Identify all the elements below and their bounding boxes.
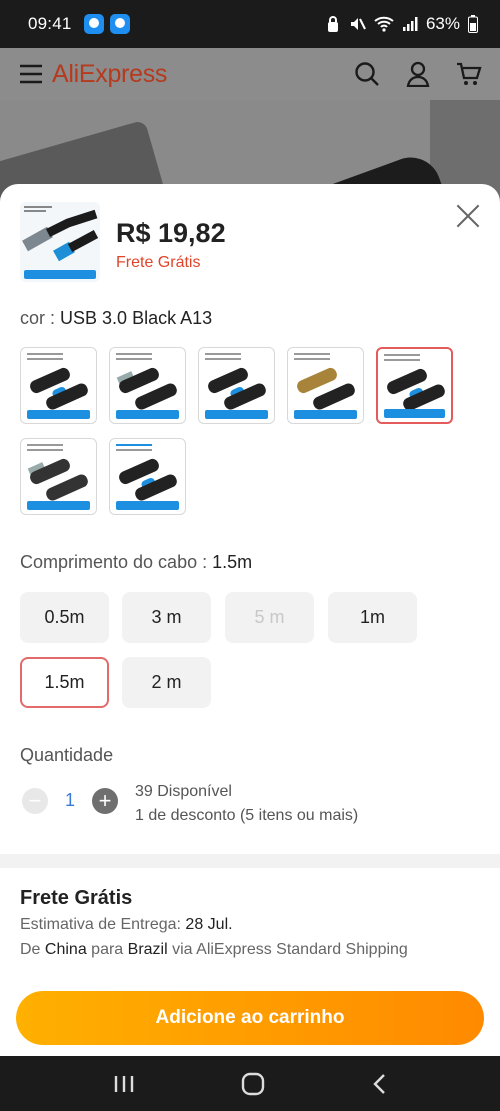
cart-icon[interactable]: [456, 61, 482, 87]
quantity-label: Quantidade: [20, 745, 114, 765]
signal-icon: [402, 17, 418, 31]
notification-icons: [83, 14, 130, 34]
cloud-notification-icon: [109, 14, 130, 34]
quantity-stepper: − 1 + 39 Disponível 1 de desconto (5 ite…: [20, 783, 480, 834]
search-icon[interactable]: [354, 61, 380, 87]
home-icon[interactable]: [241, 1072, 265, 1096]
color-label-row: cor : USB 3.0 Black A13: [20, 308, 213, 328]
add-to-cart-button[interactable]: Adicione ao carrinho: [16, 991, 484, 1045]
section-divider: [0, 854, 500, 868]
brand-logo[interactable]: AliExpress: [52, 60, 167, 89]
product-thumbnail: [20, 202, 100, 282]
length-label-row: Comprimento do cabo : 1.5m: [20, 552, 253, 572]
close-icon[interactable]: [454, 202, 482, 230]
bulk-discount-note: 1 de desconto (5 itens ou mais): [135, 807, 359, 824]
sku-selector-sheet: R$ 19,82 Frete Grátis cor : USB 3.0 Blac…: [0, 184, 500, 1056]
shipping-title: Frete Grátis: [20, 887, 133, 909]
free-shipping-badge: Frete Grátis: [116, 254, 201, 271]
status-bar: 09:41 63%: [0, 0, 500, 48]
color-label: cor: [20, 308, 46, 328]
color-option-selected[interactable]: [376, 347, 453, 424]
system-nav-bar: [0, 1056, 500, 1111]
quantity-value[interactable]: 1: [60, 790, 80, 811]
length-option[interactable]: 1m: [328, 592, 417, 643]
delivery-estimate-date: 28 Jul.: [185, 916, 233, 933]
usb-cable-image: [20, 202, 100, 282]
shipping-method: via AliExpress Standard Shipping: [172, 941, 408, 958]
delivery-estimate-label: Estimativa de Entrega:: [20, 916, 181, 933]
battery-percent: 63%: [425, 14, 460, 33]
status-icons: 63%: [326, 14, 478, 34]
app-header: AliExpress: [0, 48, 500, 100]
route-from-word: De: [20, 941, 41, 958]
product-price: R$ 19,82: [116, 218, 226, 248]
color-option[interactable]: [109, 347, 186, 424]
recent-apps-icon[interactable]: [113, 1074, 135, 1094]
wifi-icon: [374, 16, 394, 32]
battery-icon: [468, 15, 478, 33]
color-option[interactable]: [20, 347, 97, 424]
quantity-info: 39 Disponível 1 de desconto (5 itens ou …: [135, 780, 358, 828]
shipping-route: De China para Brazil via AliExpress Stan…: [20, 941, 408, 959]
color-option[interactable]: [109, 438, 186, 515]
account-icon[interactable]: [406, 61, 430, 87]
lock-icon: [327, 16, 338, 32]
color-selected-value: USB 3.0 Black A13: [60, 308, 213, 328]
status-time: 09:41: [28, 14, 72, 33]
length-option-selected[interactable]: 1.5m: [20, 657, 109, 708]
cloud-notification-icon: [83, 14, 104, 34]
length-selected-value: 1.5m: [212, 552, 253, 572]
decrease-quantity-button[interactable]: −: [22, 788, 48, 814]
route-to-word: para: [91, 941, 124, 958]
color-option[interactable]: [20, 438, 97, 515]
menu-icon[interactable]: [18, 63, 44, 85]
stock-available: 39 Disponível: [135, 783, 232, 800]
increase-quantity-button[interactable]: +: [92, 788, 118, 814]
length-option[interactable]: 3 m: [122, 592, 211, 643]
length-option-disabled: 5 m: [225, 592, 314, 643]
delivery-estimate: Estimativa de Entrega: 28 Jul.: [20, 916, 233, 934]
length-option[interactable]: 2 m: [122, 657, 211, 708]
length-option[interactable]: 0.5m: [20, 592, 109, 643]
shipping-destination: Brazil: [127, 941, 168, 958]
color-option[interactable]: [287, 347, 364, 424]
color-option[interactable]: [198, 347, 275, 424]
back-icon[interactable]: [371, 1073, 387, 1095]
shipping-origin: China: [44, 941, 87, 958]
mute-icon: [350, 18, 366, 30]
length-label: Comprimento do cabo: [20, 552, 198, 572]
